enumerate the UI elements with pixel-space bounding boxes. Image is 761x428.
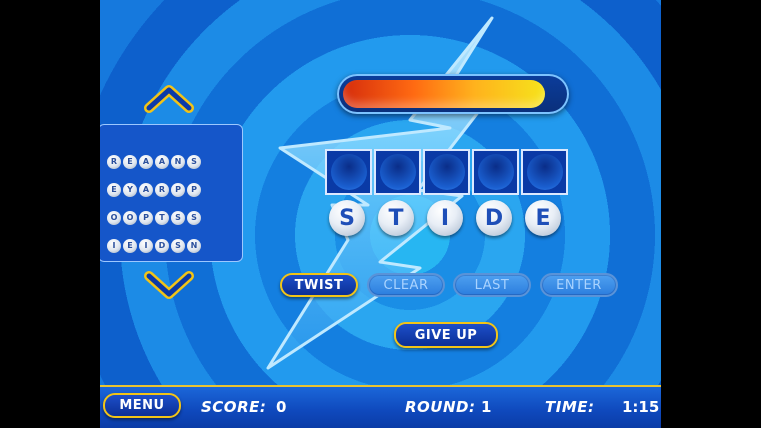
puzzle-list-panel: REAANSEYARPPOOPTSSIEIDSN	[100, 124, 243, 262]
puzzle-row[interactable]: REAANS	[107, 155, 201, 169]
twist-button[interactable]: TWIST	[280, 273, 358, 297]
letter-tile[interactable]: I	[427, 200, 463, 236]
clear-button[interactable]: CLEAR	[367, 273, 445, 297]
mini-letter-tile: T	[155, 211, 169, 225]
mini-letter-tile: P	[139, 211, 153, 225]
letter-slot[interactable]	[521, 149, 568, 195]
mini-letter-tile: A	[155, 155, 169, 169]
score-value: 0	[276, 398, 287, 416]
mini-letter-tile: E	[107, 183, 121, 197]
chevron-down-icon[interactable]	[143, 268, 195, 302]
letter-slot[interactable]	[325, 149, 372, 195]
mini-letter-tile: S	[171, 211, 185, 225]
mini-letter-tile: N	[171, 155, 185, 169]
mini-letter-tile: P	[187, 183, 201, 197]
time-progress-fill	[343, 80, 545, 108]
letter-tile[interactable]: D	[476, 200, 512, 236]
time-progress-bar	[337, 74, 569, 114]
puzzle-row[interactable]: OOPTSS	[107, 211, 201, 225]
letter-tile[interactable]: S	[329, 200, 365, 236]
round-label: ROUND:	[405, 398, 476, 416]
word-slots	[325, 149, 568, 195]
score-label: SCORE:	[201, 398, 267, 416]
mini-letter-tile: P	[171, 183, 185, 197]
mini-letter-tile: S	[171, 239, 185, 253]
status-bar: MENU SCORE: 0 ROUND: 1 TIME: 1:15	[100, 385, 661, 428]
mini-letter-tile: A	[139, 183, 153, 197]
mini-letter-tile: O	[107, 211, 121, 225]
puzzle-row[interactable]: EYARPP	[107, 183, 201, 197]
mini-letter-tile: N	[187, 239, 201, 253]
menu-button[interactable]: MENU	[103, 393, 181, 418]
mini-letter-tile: O	[123, 211, 137, 225]
letter-slot[interactable]	[423, 149, 470, 195]
mini-letter-tile: R	[107, 155, 121, 169]
mini-letter-tile: E	[123, 239, 137, 253]
time-value: 1:15	[622, 398, 660, 416]
mini-letter-tile: I	[139, 239, 153, 253]
letter-tile[interactable]: T	[378, 200, 414, 236]
mini-letter-tile: S	[187, 155, 201, 169]
last-button[interactable]: LAST	[453, 273, 531, 297]
game-board: STIDE REAANSEYARPPOOPTSSIEIDSN TWIST CLE…	[100, 0, 661, 428]
mini-letter-tile: I	[107, 239, 121, 253]
mini-letter-tile: Y	[123, 183, 137, 197]
letter-slot[interactable]	[374, 149, 421, 195]
time-label: TIME:	[545, 398, 595, 416]
mini-letter-tile: A	[139, 155, 153, 169]
round-value: 1	[481, 398, 492, 416]
letter-tiles: STIDE	[329, 200, 561, 236]
enter-button[interactable]: ENTER	[540, 273, 618, 297]
mini-letter-tile: S	[187, 211, 201, 225]
give-up-button[interactable]: GIVE UP	[394, 322, 498, 348]
mini-letter-tile: D	[155, 239, 169, 253]
letter-tile[interactable]: E	[525, 200, 561, 236]
mini-letter-tile: R	[155, 183, 169, 197]
mini-letter-tile: E	[123, 155, 137, 169]
puzzle-row[interactable]: IEIDSN	[107, 239, 201, 253]
letter-slot[interactable]	[472, 149, 519, 195]
chevron-up-icon[interactable]	[143, 80, 195, 114]
